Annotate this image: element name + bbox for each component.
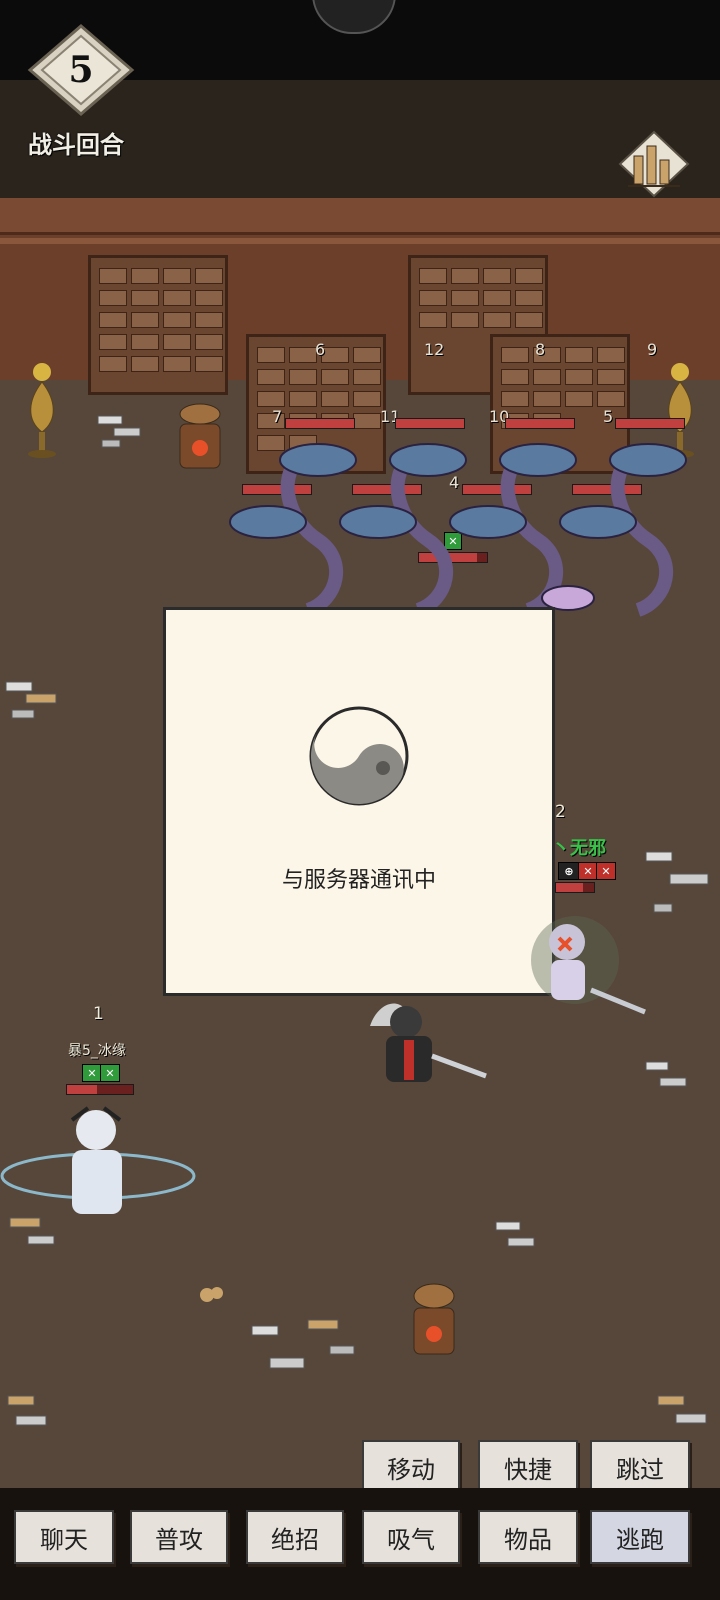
wall-rail bbox=[0, 198, 720, 235]
enemy-hp-bar bbox=[395, 418, 465, 429]
skip-button[interactable]: 跳过 bbox=[590, 1440, 690, 1494]
enemy-number: 5 bbox=[603, 407, 614, 426]
blademaster-character bbox=[370, 1003, 487, 1082]
enemy-number: 12 bbox=[424, 340, 445, 359]
crane-lamp-icon bbox=[28, 363, 56, 458]
status-effect-icon: ✕ bbox=[100, 1064, 120, 1082]
scattered-scrolls-icon bbox=[7, 1395, 47, 1426]
player-number: 2 bbox=[555, 802, 566, 822]
gourd-icon bbox=[200, 1287, 223, 1302]
medicine-cabinet bbox=[88, 255, 228, 395]
scattered-scrolls-icon bbox=[97, 415, 141, 448]
player-hp-bar bbox=[555, 882, 595, 893]
connecting-dialog: 与服务器通讯中 bbox=[163, 607, 555, 996]
status-effect-icon: ⊕ bbox=[558, 862, 580, 880]
scattered-scrolls-icon bbox=[495, 1221, 535, 1247]
battle-stats-button[interactable] bbox=[610, 126, 698, 204]
enemy-number: 9 bbox=[647, 340, 658, 359]
herb-stove-icon bbox=[413, 1283, 455, 1355]
scattered-scrolls-icon bbox=[5, 681, 57, 719]
player-name: 丶无邪 bbox=[552, 838, 606, 859]
status-effect-icon: ✕ bbox=[596, 862, 616, 880]
shortcut-button[interactable]: 快捷 bbox=[478, 1440, 578, 1494]
ice-cultivator-character bbox=[0, 1106, 196, 1214]
escape-button[interactable]: 逃跑 bbox=[590, 1510, 690, 1564]
player-name: 暴5_冰缘 bbox=[68, 1043, 126, 1059]
status-effect-icon: ✕ bbox=[82, 1064, 102, 1082]
ultimate-skill-button[interactable]: 绝招 bbox=[246, 1510, 344, 1564]
notification-notch bbox=[312, 0, 396, 34]
connecting-message: 与服务器通讯中 bbox=[281, 868, 436, 893]
chat-button[interactable]: 聊天 bbox=[14, 1510, 114, 1564]
enemy-number: 7 bbox=[272, 407, 283, 426]
herb-stove-icon bbox=[179, 403, 221, 469]
move-button[interactable]: 移动 bbox=[362, 1440, 460, 1494]
player-hp-bar bbox=[66, 1084, 134, 1095]
enemy-number: 8 bbox=[535, 340, 546, 359]
normal-attack-button[interactable]: 普攻 bbox=[130, 1510, 228, 1564]
enemy-hp-bar bbox=[615, 418, 685, 429]
scattered-scrolls-icon bbox=[645, 1061, 687, 1087]
enemy-hp-bar bbox=[285, 418, 355, 429]
round-label: 战斗回合 bbox=[28, 131, 124, 159]
bar-chart-icon bbox=[618, 130, 690, 198]
enemy-number: 6 bbox=[315, 340, 326, 359]
yin-yang-icon bbox=[309, 706, 409, 806]
items-button[interactable]: 物品 bbox=[478, 1510, 578, 1564]
player-number: 1 bbox=[93, 1004, 104, 1024]
breathe-button[interactable]: 吸气 bbox=[362, 1510, 460, 1564]
swordsman-character bbox=[531, 916, 646, 1015]
round-counter-badge: 5 bbox=[26, 22, 136, 118]
serpent-enemy-group bbox=[229, 443, 687, 617]
scattered-scrolls-icon bbox=[251, 1319, 355, 1369]
wall-stripe bbox=[0, 238, 720, 244]
enemy-hp-bar bbox=[505, 418, 575, 429]
status-effect-icon: ✕ bbox=[578, 862, 598, 880]
round-number: 5 bbox=[68, 49, 94, 91]
